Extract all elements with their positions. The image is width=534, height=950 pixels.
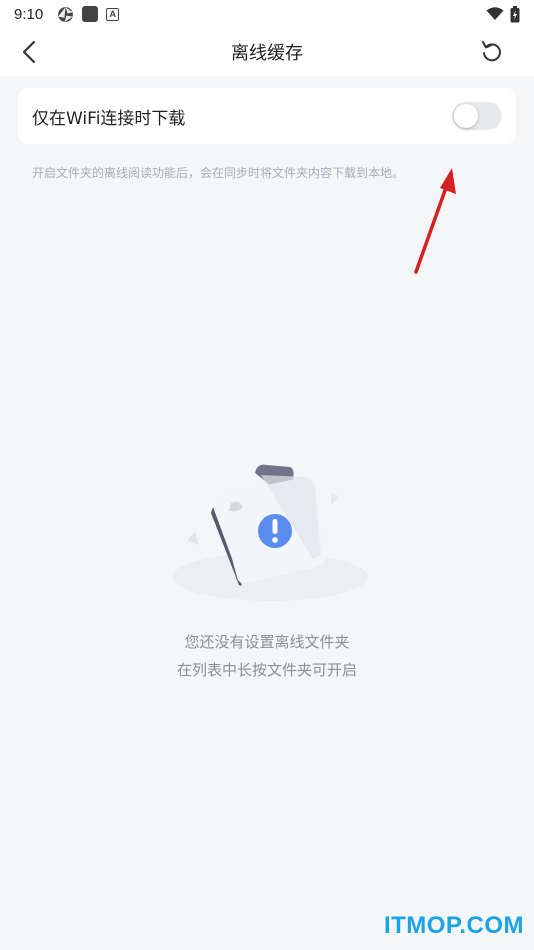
wifi-only-setting-row: 仅在WiFi连接时下载 [18, 88, 516, 144]
screen: 9:10 A 离线缓存 仅在WiFi连接时下载 开启文件夹的离线阅读功能后，会在… [0, 0, 534, 950]
status-bar: 9:10 A [0, 0, 534, 28]
back-button[interactable] [16, 38, 44, 66]
font-a-icon: A [106, 7, 120, 21]
refresh-icon [482, 41, 501, 62]
status-time: 9:10 [14, 5, 44, 23]
status-right [486, 5, 520, 23]
wifi-only-toggle[interactable] [452, 102, 502, 130]
app-header: 离线缓存 [0, 28, 534, 76]
empty-state-subtitle: 在列表中长按文件夹可开启 [176, 661, 357, 679]
annotation-arrow-icon [414, 168, 456, 274]
refresh-button[interactable] [478, 38, 506, 66]
offline-hint-text: 开启文件夹的离线阅读功能后，会在同步时将文件夹内容下载到本地。 [32, 166, 405, 180]
chevron-left-icon [22, 40, 36, 64]
empty-state-title: 您还没有设置离线文件夹 [184, 633, 350, 651]
wifi-only-label: 仅在WiFi连接时下载 [32, 108, 186, 129]
battery-icon [510, 5, 520, 22]
status-left: 9:10 A [14, 5, 120, 23]
aperture-icon [58, 6, 74, 22]
toggle-knob [454, 104, 478, 128]
page-title: 离线缓存 [231, 43, 303, 64]
app-square-icon [82, 6, 99, 22]
wifi-icon [486, 7, 504, 20]
folder-alert-icon [172, 464, 368, 601]
watermark: ITMOP.COM [383, 912, 524, 939]
